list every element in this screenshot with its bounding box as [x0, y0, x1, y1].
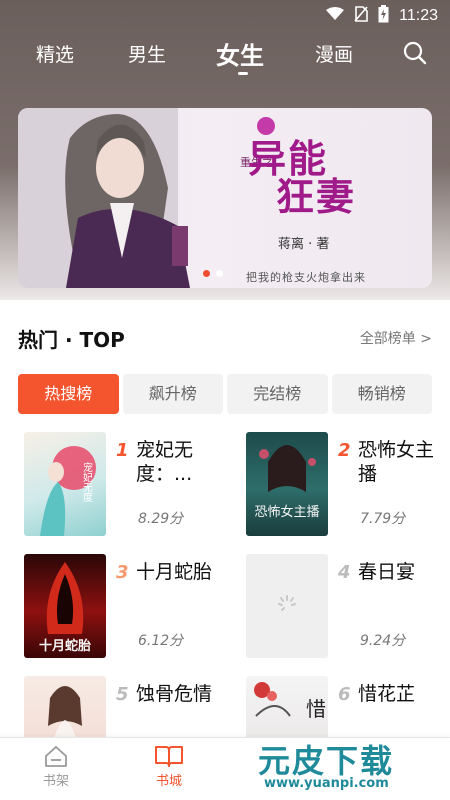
book-score: 9.24分	[360, 633, 406, 649]
tab-hot-search[interactable]: 热搜榜	[18, 374, 119, 414]
banner-artwork	[18, 108, 275, 288]
book-item-3[interactable]: 十月蛇胎 3 十月蛇胎 6.12分	[24, 554, 229, 662]
tab-featured[interactable]: 精选	[36, 40, 74, 67]
book-title: 十月蛇胎	[136, 561, 213, 583]
book-title: 惜花芷	[358, 683, 416, 705]
open-book-icon	[155, 746, 183, 767]
tab-female[interactable]: 女生	[216, 36, 264, 71]
book-item-2[interactable]: 恐怖女主播 2 恐怖女主播 7.79分	[246, 432, 450, 540]
book-score: 8.29分	[138, 511, 184, 527]
active-tab-indicator	[238, 72, 248, 75]
watermark: 元皮下载 www.yuanpi.com	[258, 732, 446, 798]
cover-title: 恐怖女主播	[254, 504, 319, 520]
watermark-url: www.yuanpi.com	[264, 776, 389, 791]
book-score: 7.79分	[360, 511, 406, 527]
rank-number: 2	[338, 440, 351, 461]
tab-comics[interactable]: 漫画	[315, 40, 353, 67]
book-cover: 恐怖女主播	[246, 432, 328, 536]
book-title: 恐怖女主播	[358, 439, 435, 485]
cover-title: 惜	[306, 697, 326, 721]
banner-author: 蒋离 · 著	[278, 237, 330, 252]
book-cover: 十月蛇胎	[24, 554, 106, 658]
banner-title-line2: 狂妻	[276, 174, 357, 219]
promo-banner[interactable]: 重生之 异能 狂妻 蒋离 · 著 把我的枪支火炮拿出来	[18, 108, 432, 288]
status-time: 11:23	[399, 7, 438, 24]
tab-bestselling[interactable]: 畅销榜	[331, 374, 432, 414]
cover-title: 十月蛇胎	[39, 638, 91, 654]
tab-male[interactable]: 男生	[128, 40, 166, 67]
book-score: 6.12分	[138, 633, 184, 649]
tab-rising[interactable]: 飙升榜	[122, 374, 223, 414]
bottom-nav-bookshelf[interactable]: 书架	[26, 744, 86, 789]
bottom-nav-bookstore[interactable]: 书城	[139, 744, 199, 789]
book-item-4[interactable]: 4 春日宴 9.24分	[246, 554, 450, 662]
book-cover: 宠妃无度	[24, 432, 106, 536]
banner-title: 异能 狂妻	[248, 140, 356, 216]
all-rankings-link[interactable]: 全部榜单 >	[360, 328, 432, 348]
book-title: 春日宴	[358, 561, 416, 583]
rank-number: 6	[338, 684, 351, 705]
hot-top-section-header: 热门 · TOP 全部榜单 >	[18, 320, 432, 354]
book-title: 蚀骨危情	[136, 683, 213, 705]
cover-title: 宠妃无度	[81, 461, 93, 503]
rank-number: 5	[116, 684, 129, 705]
rank-number: 4	[338, 562, 351, 583]
rank-number: 1	[116, 440, 129, 461]
loading-icon	[278, 595, 296, 611]
top-nav: 精选 男生 女生 漫画	[0, 28, 450, 78]
book-title: 宠妃无度：...	[136, 439, 194, 485]
section-title: 热门 · TOP	[18, 328, 125, 352]
bottom-nav-label: 书城	[155, 774, 182, 789]
banner-slogan: 把我的枪支火炮拿出来	[246, 271, 366, 284]
tab-completed[interactable]: 完结榜	[227, 374, 328, 414]
bottom-nav-label: 书架	[42, 774, 69, 789]
search-icon[interactable]	[403, 41, 427, 69]
rank-number: 3	[116, 562, 129, 583]
battery-charging-icon	[378, 5, 389, 27]
banner-pagination	[203, 270, 223, 277]
book-item-1[interactable]: 宠妃无度 1 宠妃无度：... 8.29分	[24, 432, 229, 540]
ranking-tabs: 热搜榜 飙升榜 完结榜 畅销榜	[18, 374, 432, 414]
bookshelf-icon	[45, 746, 67, 767]
banner-dot-2[interactable]	[216, 270, 223, 277]
wifi-icon	[326, 7, 345, 25]
banner-dot-1[interactable]	[203, 270, 210, 277]
book-cover-placeholder	[246, 554, 328, 658]
no-sim-icon	[354, 6, 368, 26]
